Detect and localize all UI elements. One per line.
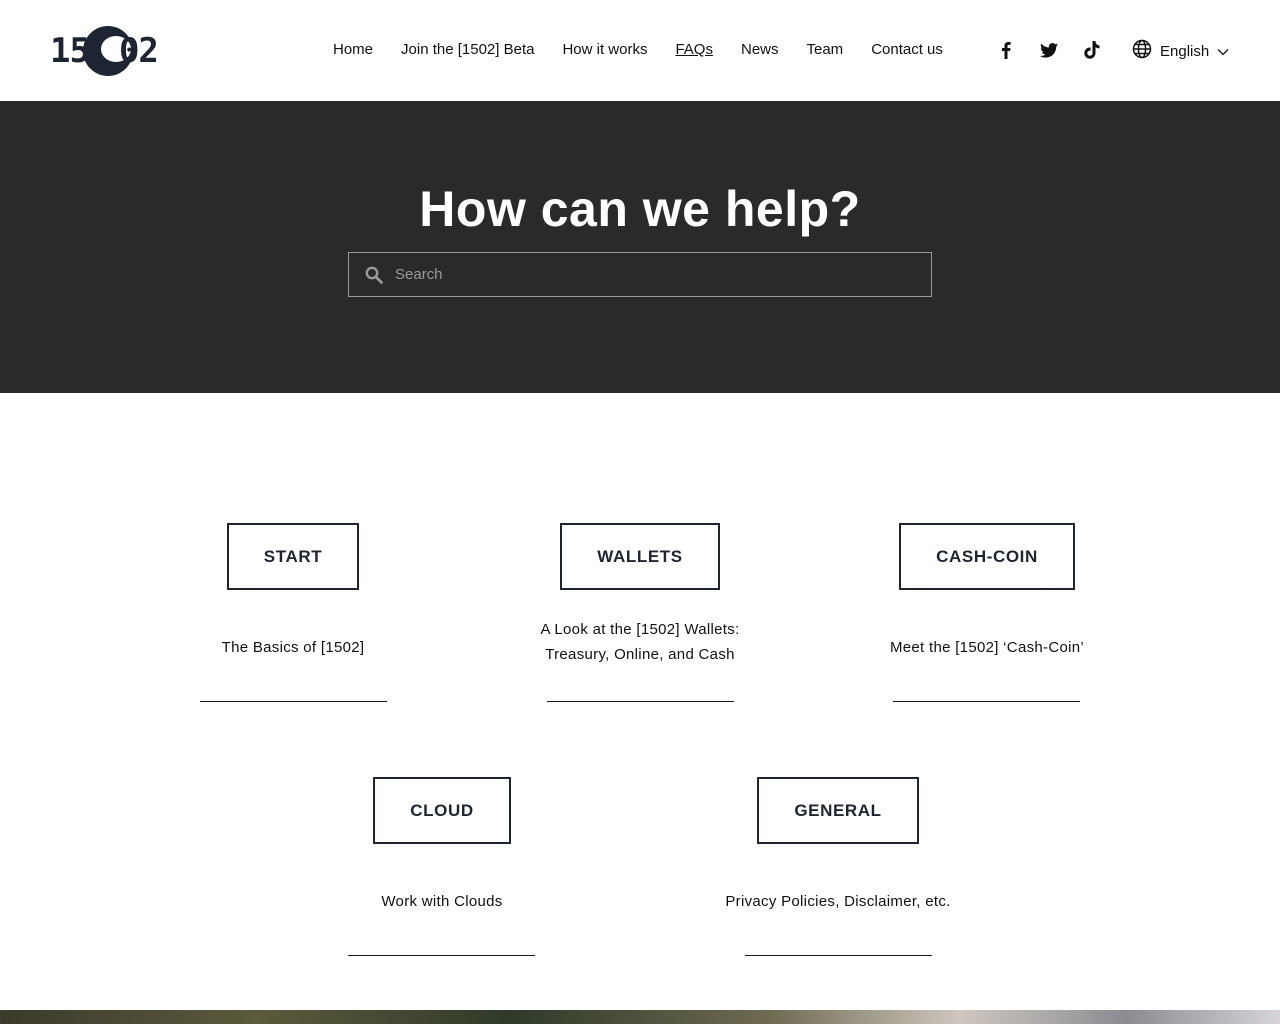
footer-image — [0, 1010, 1280, 1024]
faq-hero: How can we help? — [0, 101, 1280, 393]
nav-news[interactable]: News — [741, 39, 779, 61]
site-logo[interactable]: 15 02 — [50, 25, 170, 77]
category-cash-coin: CASH-COIN — [867, 523, 1107, 590]
category-cloud-description: Work with Clouds — [381, 893, 503, 910]
start-button[interactable]: START — [226, 523, 360, 590]
category-wallets: WALLETS — [540, 523, 740, 590]
logo-text: 15 02 — [50, 31, 159, 71]
divider — [200, 701, 387, 702]
social-links — [996, 40, 1125, 60]
chevron-down-icon — [1217, 43, 1229, 60]
search-icon — [365, 266, 383, 284]
wallets-button[interactable]: WALLETS — [560, 523, 720, 590]
divider — [745, 955, 932, 956]
category-cash-coin-description: Meet the [1502] ‘Cash-Coin’ — [889, 639, 1085, 656]
general-button[interactable]: GENERAL — [757, 777, 919, 844]
divider — [348, 955, 535, 956]
nav-faqs[interactable]: FAQs — [675, 39, 713, 61]
nav-home[interactable]: Home — [333, 39, 373, 61]
search-input[interactable] — [395, 266, 895, 283]
nav-join-beta[interactable]: Join the [1502] Beta — [401, 39, 534, 61]
facebook-icon[interactable] — [996, 40, 1016, 60]
category-start: START — [193, 523, 393, 590]
language-label: English — [1160, 42, 1210, 60]
globe-icon — [1132, 39, 1152, 63]
page-title: How can we help? — [419, 181, 861, 237]
category-cloud: CLOUD — [342, 777, 542, 844]
cash-coin-button[interactable]: CASH-COIN — [899, 523, 1075, 590]
nav-team[interactable]: Team — [807, 39, 844, 61]
category-wallets-description: A Look at the [1502] Wallets: Treasury, … — [540, 621, 740, 663]
nav-contact-us[interactable]: Contact us — [871, 39, 943, 61]
cloud-button[interactable]: CLOUD — [373, 777, 511, 844]
language-selector[interactable]: English — [1132, 39, 1229, 63]
nav-how-it-works[interactable]: How it works — [562, 39, 647, 61]
search-box — [348, 252, 932, 297]
category-general-description: Privacy Policies, Disclaimer, etc. — [725, 893, 951, 910]
site-header: 15 02 Home Join the [1502] Beta How it wo… — [0, 0, 1280, 101]
divider — [547, 701, 734, 702]
twitter-icon[interactable] — [1039, 40, 1059, 60]
tiktok-icon[interactable] — [1082, 40, 1102, 60]
main-nav: Home Join the [1502] Beta How it works F… — [333, 39, 971, 61]
category-start-description: The Basics of [1502] — [221, 639, 365, 656]
divider — [893, 701, 1080, 702]
category-general: GENERAL — [738, 777, 938, 844]
